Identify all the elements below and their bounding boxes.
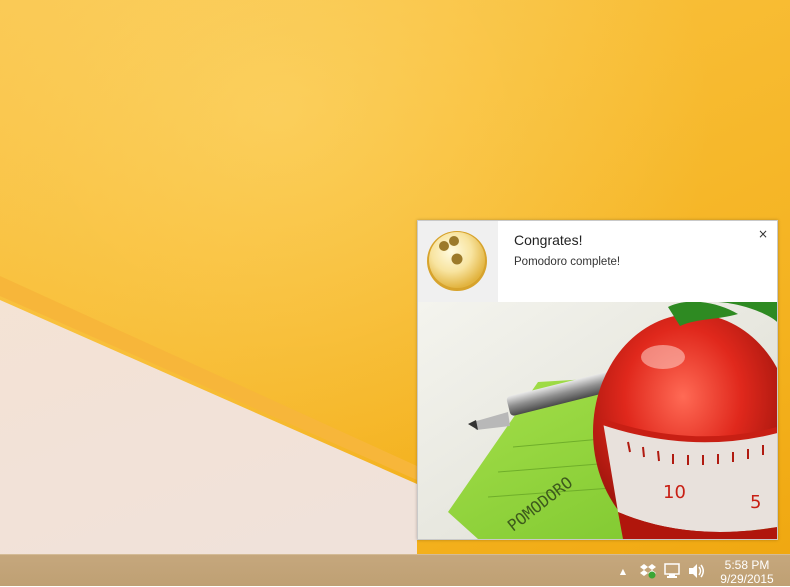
notification-header: Congrates! Pomodoro complete! × bbox=[418, 221, 777, 302]
notification-title: Congrates! bbox=[514, 232, 583, 248]
dial-number-10: 10 bbox=[663, 482, 686, 503]
bowling-ball-app-icon bbox=[427, 231, 487, 291]
dropbox-icon bbox=[640, 564, 656, 579]
notification-message: Pomodoro complete! bbox=[514, 256, 621, 268]
dial-number-5: 5 bbox=[750, 492, 761, 513]
network-tray-button[interactable] bbox=[662, 555, 682, 587]
chevron-up-icon: ▲ bbox=[619, 566, 627, 576]
clock-date: 9/29/2015 bbox=[720, 572, 774, 586]
clock-time: 5:58 PM bbox=[724, 558, 770, 572]
notification-toast[interactable]: Congrates! Pomodoro complete! × POMODORO… bbox=[417, 220, 778, 540]
dropbox-tray-button[interactable] bbox=[638, 555, 658, 587]
taskbar-clock[interactable]: 5:58 PM 9/29/2015 bbox=[704, 555, 790, 587]
pomodoro-timer-image: POMODORO 10 5 bbox=[418, 302, 777, 539]
close-button[interactable]: × bbox=[755, 226, 771, 242]
network-icon bbox=[664, 563, 680, 578]
app-icon-container bbox=[418, 221, 498, 302]
taskbar: ▲ 5:58 PM 9/29/2015 bbox=[0, 554, 790, 586]
show-hidden-icons-button[interactable]: ▲ bbox=[614, 555, 632, 587]
